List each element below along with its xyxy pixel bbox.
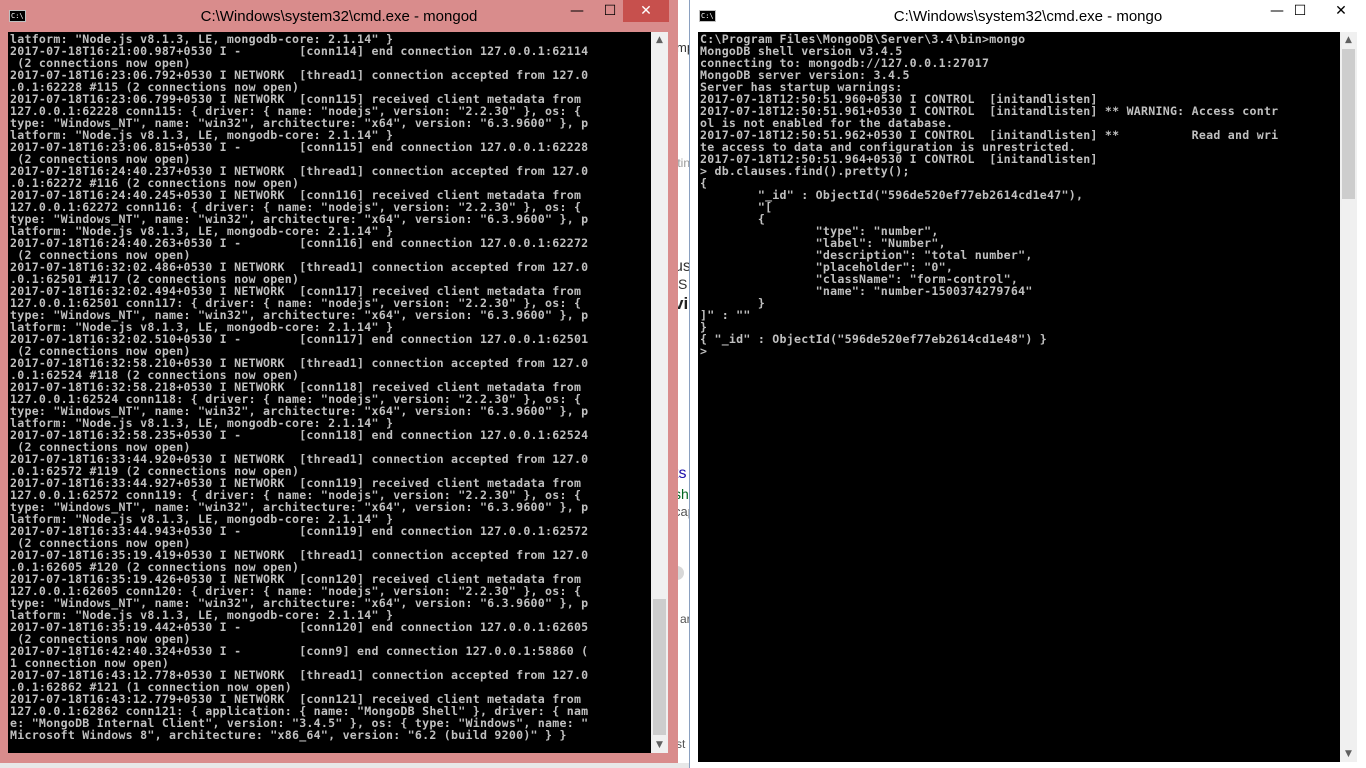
console-line: > db.clauses.find().pretty();: [700, 164, 910, 178]
background-page: [678, 0, 689, 768]
scroll-down-icon[interactable]: ▼: [651, 737, 668, 753]
console-line: { "_id" : ObjectId("596de520ef77eb2614cd…: [700, 332, 1048, 346]
mongo-shell-window[interactable]: C:\ C:\Windows\system32\cmd.exe - mongo …: [689, 0, 1366, 768]
console-line: ]" : "": [700, 308, 751, 322]
console-line: >: [700, 344, 708, 358]
scroll-up-icon[interactable]: ▲: [651, 32, 668, 48]
scroll-thumb[interactable]: [653, 599, 666, 735]
console-line: "[: [700, 200, 773, 214]
console-output[interactable]: latform: "Node.js v8.1.3, LE, mongodb-co…: [8, 32, 651, 753]
scroll-up-icon[interactable]: ▲: [1340, 32, 1357, 48]
console-line: Microsoft Windows 8", architecture: "x86…: [10, 728, 567, 742]
vertical-scrollbar[interactable]: ▲ ▼: [651, 32, 668, 753]
maximize-button[interactable]: ☐: [595, 0, 625, 22]
console-line: }: [700, 296, 766, 310]
scroll-thumb[interactable]: [1342, 49, 1355, 199]
bg-fragment: S: [678, 276, 688, 292]
scroll-down-icon[interactable]: ▼: [1340, 746, 1357, 762]
mongod-console-window[interactable]: C:\ C:\Windows\system32\cmd.exe - mongod…: [0, 0, 678, 763]
console-line: "_id" : ObjectId("596de520ef77eb2614cd1e…: [700, 188, 1084, 202]
console-line: "name": "number-1500374279764": [700, 284, 1033, 298]
console-output[interactable]: C:\Program Files\MongoDB\Server\3.4\bin>…: [698, 32, 1340, 762]
title-bar[interactable]: C:\ C:\Windows\system32\cmd.exe - mongod…: [0, 0, 678, 32]
title-bar[interactable]: C:\ C:\Windows\system32\cmd.exe - mongo …: [690, 0, 1366, 32]
vertical-scrollbar[interactable]: ▲ ▼: [1340, 32, 1357, 762]
minimize-button[interactable]: —: [562, 0, 592, 22]
maximize-button[interactable]: ☐: [1285, 0, 1315, 22]
close-button[interactable]: ✕: [623, 0, 669, 22]
background-page-bottom: [0, 763, 689, 768]
close-button[interactable]: ✕: [1318, 0, 1364, 22]
